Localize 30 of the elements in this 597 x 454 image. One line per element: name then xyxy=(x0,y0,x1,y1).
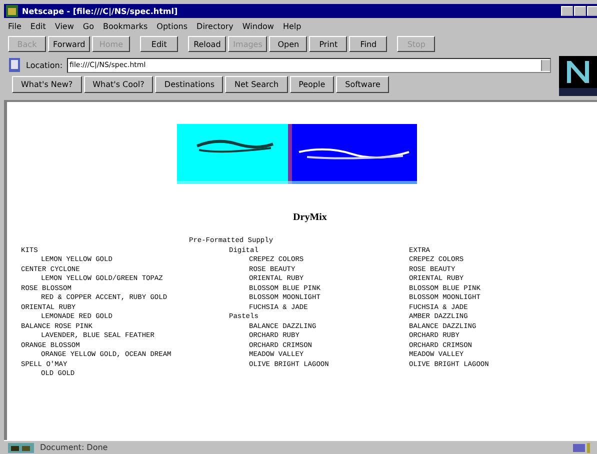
toolbar-button[interactable]: Forward xyxy=(48,36,90,52)
close-button[interactable] xyxy=(587,6,597,16)
menu-item[interactable]: Directory xyxy=(196,22,234,30)
menu-item[interactable]: Bookmarks xyxy=(102,22,148,30)
maximize-button[interactable] xyxy=(574,6,586,16)
directory-button[interactable]: People xyxy=(290,76,334,93)
window-title: Netscape - [file:///C|/NS/spec.html] xyxy=(22,6,179,16)
menu-item[interactable]: Options xyxy=(156,22,188,30)
bookmark-icon xyxy=(8,57,22,73)
menu-item[interactable]: Edit xyxy=(30,22,46,30)
menu-item[interactable]: Window xyxy=(242,22,274,30)
status-text: Document: Done xyxy=(40,443,108,452)
toolbar-button[interactable]: Edit xyxy=(140,36,178,52)
menu-item[interactable]: File xyxy=(8,22,22,30)
minimize-button[interactable] xyxy=(561,6,573,16)
toolbar-button[interactable]: Reload xyxy=(188,36,226,52)
location-label: Location: xyxy=(26,60,63,70)
toolbar-button[interactable]: Print xyxy=(309,36,348,52)
directory-button[interactable]: Software xyxy=(336,76,390,93)
menu-item[interactable]: Go xyxy=(82,22,94,30)
page-title: DryMix xyxy=(292,212,328,223)
app-icon xyxy=(6,5,18,17)
menu-item[interactable]: View xyxy=(54,22,74,30)
directory-button[interactable]: What's New? xyxy=(12,76,82,93)
toolbar-button[interactable]: Open xyxy=(269,36,308,52)
directory-button[interactable]: Destinations xyxy=(155,76,224,93)
directory-button[interactable]: Net Search xyxy=(225,76,288,93)
directory-button[interactable]: What's Cool? xyxy=(84,76,154,93)
toolbar-button[interactable]: Find xyxy=(349,36,388,52)
menu-item[interactable]: Help xyxy=(282,22,302,30)
